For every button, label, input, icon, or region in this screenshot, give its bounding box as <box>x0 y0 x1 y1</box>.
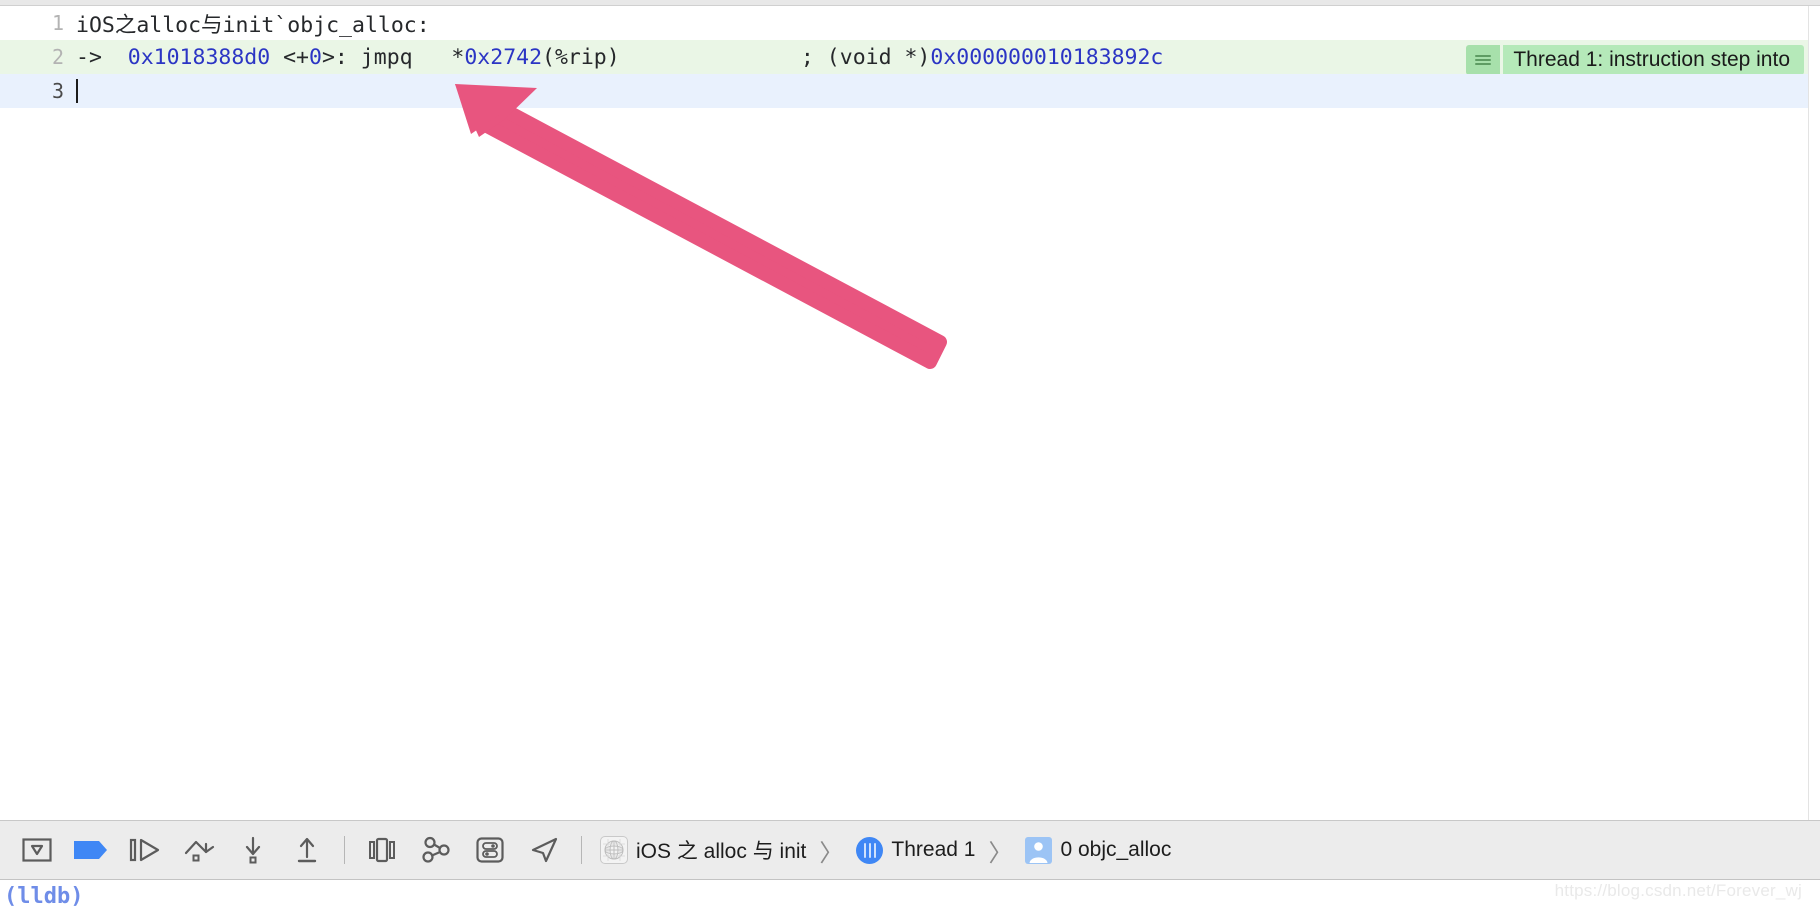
line-number-active: 3 <box>51 79 64 103</box>
code-line-text: iOS之alloc与init`objc_alloc: <box>76 8 1820 39</box>
status-badge[interactable]: Thread 1: instruction step into <box>1466 45 1804 75</box>
watermark: https://blog.csdn.net/Forever_wj <box>1554 881 1802 900</box>
line-number: 1 <box>51 11 64 35</box>
console-right-edge <box>1808 6 1820 820</box>
code-token-displacement: 0x2742 <box>464 44 543 70</box>
badge-handle[interactable] <box>1466 45 1501 75</box>
toolbar-divider <box>581 836 582 864</box>
hide-debug-area-icon <box>22 838 52 862</box>
step-over-button[interactable] <box>172 825 226 875</box>
toolbar-divider <box>344 836 345 864</box>
location-arrow-icon <box>531 837 558 863</box>
memory-graph-button[interactable] <box>409 825 463 875</box>
breadcrumb-frame[interactable]: 0 objc_alloc <box>1021 836 1175 864</box>
environment-overrides-icon <box>476 837 504 863</box>
breadcrumb-process-label: iOS 之 alloc 与 init <box>636 840 807 863</box>
stack-frame-icon <box>1025 836 1053 864</box>
code-line-executing: 2 -> 0x1018388d0 <+0>: jmpq *0x2742(%rip… <box>0 40 1820 75</box>
debug-toolbar: iOS 之 alloc 与 init 〉 Thread 1 〉 0 objc_a… <box>0 820 1820 880</box>
code-token-target-address: 0x000000010183892c <box>930 44 1164 70</box>
debug-view-hierarchy-icon <box>369 837 395 863</box>
code-line: 1 iOS之alloc与init`objc_alloc: <box>0 6 1820 40</box>
breadcrumb-frame-label: 0 objc_alloc <box>1060 838 1172 861</box>
console-disassembly-area[interactable]: 1 iOS之alloc与init`objc_alloc: 2 -> 0x1018… <box>0 6 1820 820</box>
breadcrumb: iOS 之 alloc 与 init 〉 Thread 1 〉 0 objc_a… <box>596 825 1175 875</box>
code-line-current: 3 <box>0 74 1820 108</box>
text-caret <box>76 78 78 103</box>
code-token-address: 0x1018388d0 <box>127 44 271 70</box>
continue-button[interactable] <box>118 825 172 875</box>
code-token: iOS之alloc与init`objc_alloc: <box>76 12 430 38</box>
breadcrumb-separator: 〉 <box>819 838 844 867</box>
code-token-comment: (%rip) ; (void *) <box>542 44 931 70</box>
breakpoints-toggle-button[interactable] <box>64 825 118 875</box>
breakpoint-flag-icon <box>74 841 107 859</box>
lldb-prompt: (lldb) <box>4 883 84 909</box>
view-hierarchy-button[interactable] <box>355 825 409 875</box>
step-into-icon <box>245 836 261 864</box>
step-out-button[interactable] <box>280 825 334 875</box>
step-over-icon <box>184 840 215 862</box>
code-token-mnemonic: >: jmpq * <box>321 44 465 70</box>
code-token-offset: 0 <box>309 44 322 70</box>
hamburger-icon <box>1475 55 1492 65</box>
code-token-arrow: -> <box>76 44 128 70</box>
code-line-text <box>76 78 1820 104</box>
breadcrumb-thread-label: Thread 1 <box>891 838 976 861</box>
breadcrumb-thread[interactable]: Thread 1 <box>852 836 979 864</box>
step-out-icon <box>297 837 317 863</box>
step-into-button[interactable] <box>226 825 280 875</box>
status-badge-label: Thread 1: instruction step into <box>1503 45 1804 75</box>
continue-program-icon <box>129 838 160 862</box>
code-token-offset-open: <+ <box>270 44 310 70</box>
hide-debug-area-button[interactable] <box>10 825 64 875</box>
xcode-debug-window: 1 iOS之alloc与init`objc_alloc: 2 -> 0x1018… <box>0 0 1820 912</box>
lldb-console-row[interactable]: (lldb) <box>0 880 1820 912</box>
memory-graph-icon <box>422 836 450 863</box>
project-app-icon <box>600 836 628 864</box>
simulate-location-button[interactable] <box>517 825 571 875</box>
breadcrumb-process[interactable]: iOS 之 alloc 与 init <box>596 835 810 865</box>
environment-overrides-button[interactable] <box>463 825 517 875</box>
breadcrumb-separator: 〉 <box>988 838 1013 867</box>
thread-icon <box>856 836 884 864</box>
annotation-arrow <box>455 84 947 369</box>
line-number: 2 <box>51 45 64 69</box>
